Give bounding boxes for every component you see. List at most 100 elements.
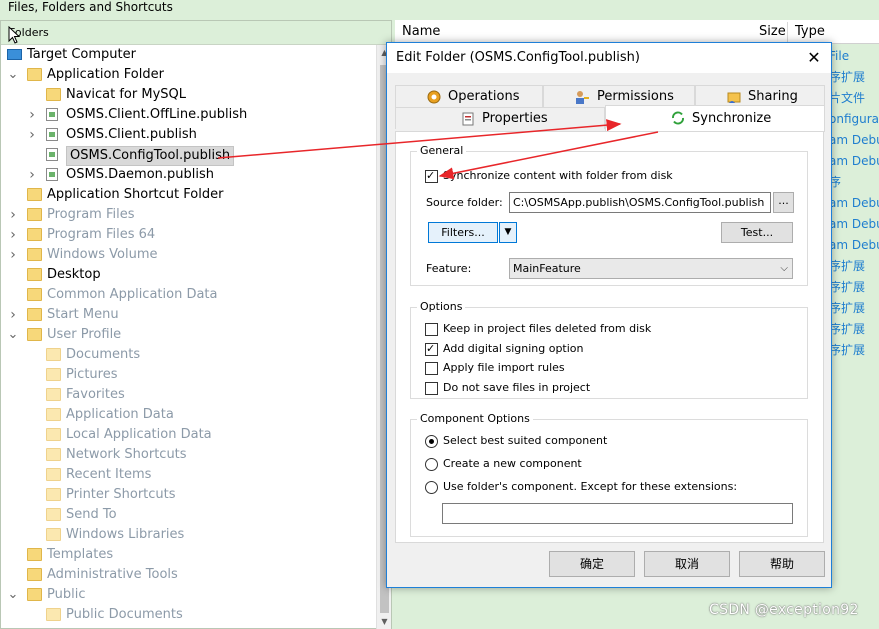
extensions-input[interactable] (442, 503, 793, 524)
feature-select[interactable]: MainFeature ⌵ (509, 258, 793, 279)
type-cell[interactable]: 序扩展 (829, 319, 879, 339)
cancel-button[interactable]: 取消 (644, 551, 730, 577)
tree-item[interactable]: Common Application Data (1, 285, 376, 305)
edit-folder-dialog: Edit Folder (OSMS.ConfigTool.publish) ✕ … (386, 42, 832, 588)
tree-item[interactable]: › OSMS.Client.publish (1, 125, 376, 145)
type-cell[interactable]: File (829, 46, 879, 66)
tree-item-label: Recent Items (66, 467, 152, 482)
folder-icon (27, 228, 42, 241)
type-cell[interactable]: am Debu (829, 214, 879, 234)
component-radio[interactable] (425, 458, 438, 471)
filters-button[interactable]: Filters... (428, 222, 498, 243)
type-cell[interactable]: am Debu (829, 151, 879, 171)
test-button[interactable]: Test... (721, 222, 793, 243)
tree-item[interactable]: Printer Shortcuts (1, 485, 376, 505)
tree-item[interactable]: Network Shortcuts (1, 445, 376, 465)
tree-item[interactable]: Favorites (1, 385, 376, 405)
options-group: Options Keep in project files deleted fr… (410, 300, 808, 399)
list-header: Name Size Type (395, 20, 879, 44)
filters-dropdown-button[interactable]: ▼ (499, 222, 517, 243)
tree-item[interactable]: OSMS.ConfigTool.publish (1, 145, 376, 166)
help-button[interactable]: 帮助 (739, 551, 825, 577)
tree-item[interactable]: ⌄ User Profile (1, 325, 376, 345)
type-cell[interactable]: am Debu (829, 193, 879, 213)
sync-checkbox[interactable] (425, 169, 438, 183)
type-cell[interactable]: 序扩展 (829, 340, 879, 360)
monitor-icon (7, 49, 22, 60)
chevron-down-icon[interactable]: ⌄ (7, 585, 19, 605)
tab-operations[interactable]: Operations (395, 85, 543, 107)
properties-icon (462, 112, 474, 126)
chevron-right-icon[interactable]: › (26, 165, 38, 185)
tree-item[interactable]: Documents (1, 345, 376, 365)
option-checkbox[interactable] (425, 323, 438, 336)
component-radio[interactable] (425, 435, 438, 448)
browse-button[interactable]: ... (773, 192, 794, 213)
close-icon[interactable]: ✕ (805, 49, 823, 67)
tree-item-label: Public (47, 587, 86, 602)
source-folder-input[interactable]: C:\OSMSApp.publish\OSMS.ConfigTool.publi… (509, 192, 771, 213)
chevron-right-icon[interactable]: › (7, 225, 19, 245)
tree-item[interactable]: Recent Items (1, 465, 376, 485)
ok-button[interactable]: 确定 (549, 551, 635, 577)
tree-item[interactable]: › OSMS.Client.OffLine.publish (1, 105, 376, 125)
tree-item[interactable]: Public Documents (1, 605, 376, 625)
tree-item[interactable]: › Windows Volume (1, 245, 376, 265)
tree-item[interactable]: › Start Menu (1, 305, 376, 325)
option-checkbox[interactable] (425, 381, 438, 395)
tree-item[interactable]: ⌄ Application Folder (1, 65, 376, 85)
tree-item-label: Network Shortcuts (66, 447, 187, 462)
type-cell[interactable]: 序扩展 (829, 256, 879, 276)
tree-item[interactable]: Administrative Tools (1, 565, 376, 585)
type-cell[interactable]: am Debu (829, 130, 879, 150)
tree-item[interactable]: Desktop (1, 265, 376, 285)
type-cell[interactable]: 片文件 (829, 88, 879, 108)
tree-item[interactable]: › Program Files (1, 205, 376, 225)
tree-item[interactable]: Application Shortcut Folder (1, 185, 376, 205)
tree-item[interactable]: Local Application Data (1, 425, 376, 445)
folders-header: Folders (1, 21, 391, 45)
chevron-down-icon: ⌵ (780, 263, 788, 274)
column-type[interactable]: Type (795, 20, 825, 44)
tree-item[interactable]: Pictures (1, 365, 376, 385)
type-cell[interactable]: 序扩展 (829, 277, 879, 297)
chevron-right-icon[interactable]: › (7, 205, 19, 225)
type-cell[interactable]: am Debu (829, 235, 879, 255)
tree-item[interactable]: › Program Files 64 (1, 225, 376, 245)
tree-item[interactable]: ⌄ Public (1, 585, 376, 605)
chevron-right-icon[interactable]: › (7, 305, 19, 325)
tree-item-label: Send To (66, 507, 117, 522)
tab-sharing[interactable]: Sharing (695, 85, 825, 107)
component-radio[interactable] (425, 481, 438, 494)
column-name[interactable]: Name (402, 20, 440, 44)
option-checkbox[interactable] (425, 342, 438, 356)
scroll-down-icon[interactable]: ▼ (377, 614, 392, 629)
folder-icon (46, 348, 61, 361)
user-key-icon (576, 91, 589, 104)
chevron-right-icon[interactable]: › (7, 245, 19, 265)
column-size[interactable]: Size (759, 20, 786, 44)
tree-item[interactable]: Navicat for MySQL (1, 85, 376, 105)
tree-item[interactable]: Application Data (1, 405, 376, 425)
tab-synchronize[interactable]: Synchronize (605, 105, 825, 132)
tree-item[interactable]: Windows Libraries (1, 525, 376, 545)
watermark: CSDN @exception92 (709, 602, 859, 618)
type-cell[interactable]: 序扩展 (829, 298, 879, 318)
type-cell[interactable]: 序扩展 (829, 67, 879, 87)
chevron-right-icon[interactable]: › (26, 105, 38, 125)
tree-item[interactable]: Target Computer (1, 45, 376, 65)
tab-properties[interactable]: Properties (395, 107, 605, 129)
tree-item-label: OSMS.Client.OffLine.publish (66, 107, 248, 122)
tab-permissions[interactable]: Permissions (543, 85, 695, 107)
chevron-down-icon[interactable]: ⌄ (7, 65, 19, 85)
chevron-down-icon[interactable]: ⌄ (7, 325, 19, 345)
tree-item[interactable]: › OSMS.Daemon.publish (1, 165, 376, 185)
type-cell[interactable]: 序 (829, 172, 879, 192)
tree-item[interactable]: Templates (1, 545, 376, 565)
option-checkbox-label: Do not save files in project (443, 380, 591, 394)
folder-icon (27, 68, 42, 81)
option-checkbox[interactable] (425, 362, 438, 375)
tree-item[interactable]: Send To (1, 505, 376, 525)
chevron-right-icon[interactable]: › (26, 125, 38, 145)
type-cell[interactable]: onfigura (829, 109, 879, 129)
